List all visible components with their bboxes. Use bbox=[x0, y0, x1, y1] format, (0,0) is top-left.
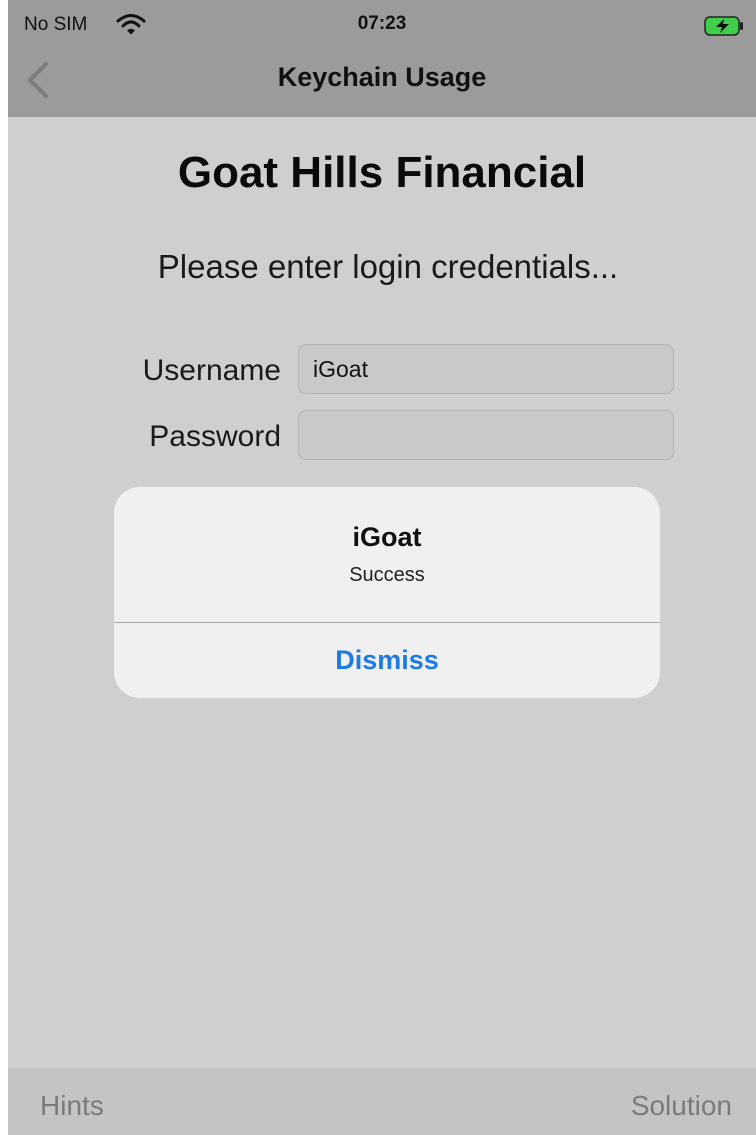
app-screen: No SIM 07:23 Keychain Usage Goat Hills F… bbox=[8, 0, 756, 1135]
navigation-bar: No SIM 07:23 Keychain Usage bbox=[8, 0, 756, 117]
solution-button[interactable]: Solution bbox=[631, 1090, 732, 1122]
page-title: Goat Hills Financial bbox=[177, 148, 587, 197]
bottom-toolbar: Hints Solution bbox=[8, 1068, 756, 1135]
nav-title: Keychain Usage bbox=[277, 62, 487, 92]
battery-icon bbox=[704, 16, 743, 36]
username-field[interactable] bbox=[298, 344, 674, 394]
alert-title: iGoat bbox=[352, 522, 422, 552]
password-field[interactable] bbox=[298, 410, 674, 460]
username-label: Username bbox=[142, 354, 281, 387]
alert-message: Success bbox=[349, 564, 425, 586]
clock-label: 07:23 bbox=[357, 13, 407, 34]
success-alert: iGoat Success Dismiss bbox=[114, 487, 660, 698]
dismiss-button[interactable]: Dismiss bbox=[114, 623, 660, 698]
login-prompt: Please enter login credentials... bbox=[157, 248, 619, 285]
hints-button[interactable]: Hints bbox=[40, 1090, 104, 1122]
password-label: Password bbox=[149, 420, 281, 453]
